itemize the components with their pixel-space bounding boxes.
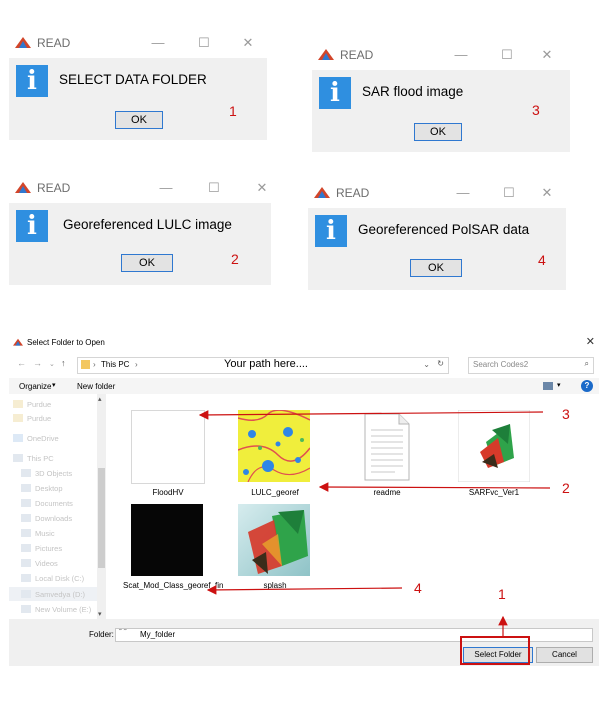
arrow-to-floodhv — [198, 410, 544, 420]
annotation-label-1: 1 — [498, 586, 506, 602]
annotation-overlay — [198, 410, 551, 665]
annotation-label-2: 2 — [562, 480, 570, 496]
arrow-to-scat — [206, 585, 403, 595]
annotation-label-4: 4 — [414, 580, 422, 596]
arrow-to-lulc — [318, 482, 551, 492]
annotation-label-3: 3 — [562, 406, 570, 422]
select-button-highlight — [460, 636, 530, 665]
